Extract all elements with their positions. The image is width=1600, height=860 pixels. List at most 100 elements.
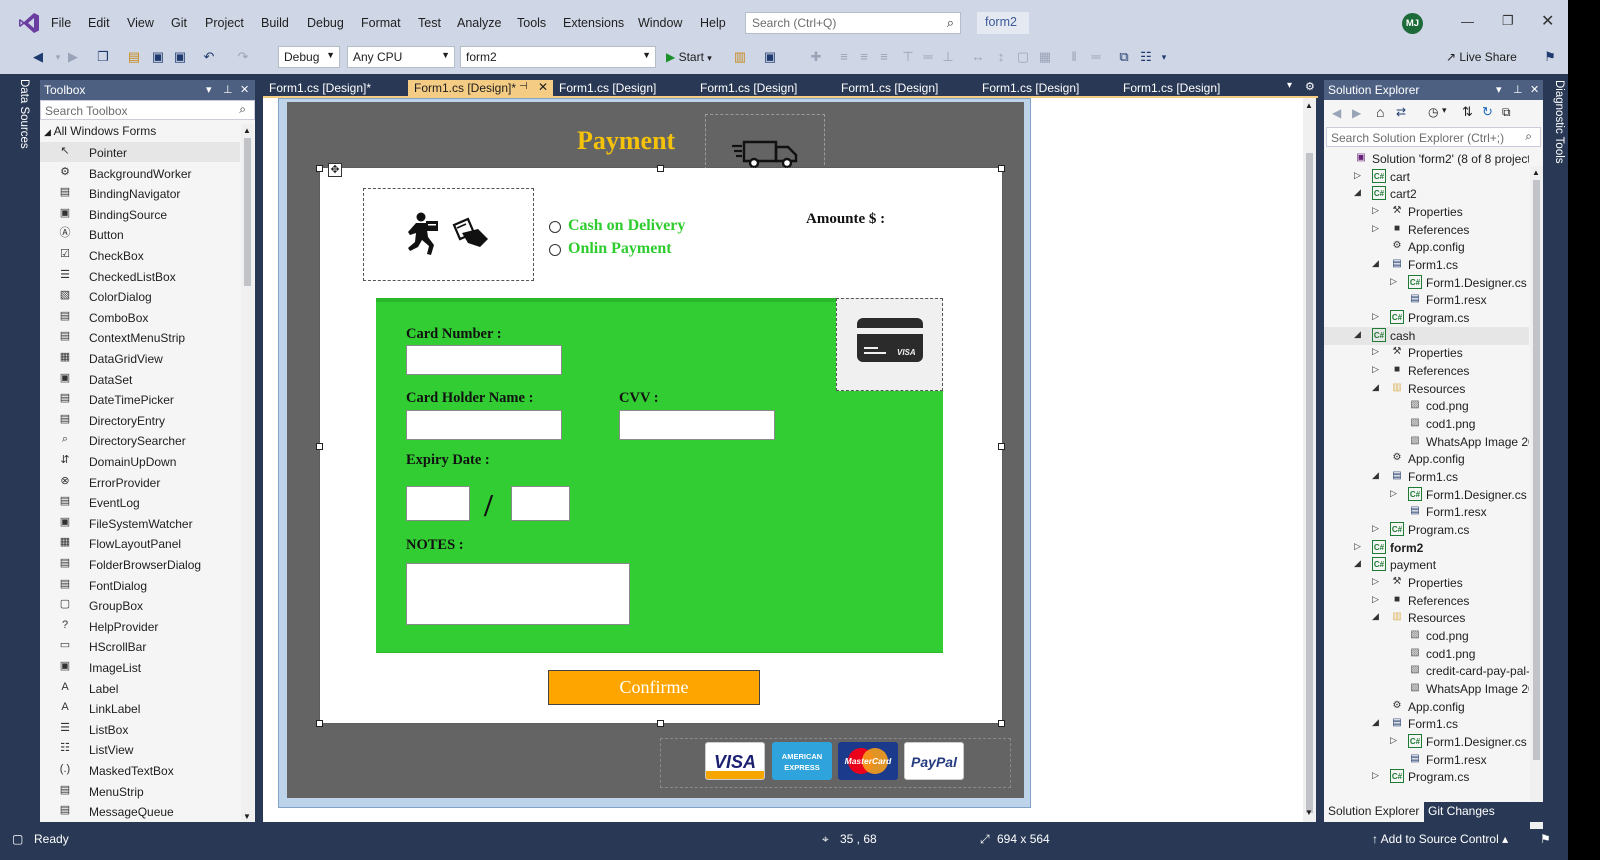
save-all-icon[interactable]: ▣ [172, 49, 188, 65]
tab-list-icon[interactable]: ▾ [1287, 80, 1292, 91]
bring-front-icon[interactable]: ⧉ [1116, 49, 1132, 65]
global-search-input[interactable]: Search (Ctrl+Q) ⌕ [745, 12, 961, 34]
size-to-grid-icon[interactable]: ▦ [1037, 49, 1053, 65]
toolbox-item[interactable]: ▧ ColorDialog [40, 286, 240, 306]
toolbox-item[interactable]: ▣ FileSystemWatcher [40, 513, 240, 533]
toolbox-search-input[interactable]: Search Toolbox ⌕ [40, 100, 255, 120]
toolbox-item[interactable]: ☰ CheckedListBox [40, 266, 240, 286]
new-project-icon[interactable]: ❐ [95, 49, 111, 65]
pin-icon[interactable]: ⊥ [223, 83, 233, 96]
toolbox-item[interactable]: ☷ ListView [40, 739, 240, 759]
toolbox-item[interactable]: ▣ BindingSource [40, 204, 240, 224]
redo-icon[interactable]: ↷ [235, 49, 251, 65]
toolbox-item[interactable]: ▤ ComboBox [40, 307, 240, 327]
tree-item[interactable]: ▷ C# Form1.Designer.cs [1324, 733, 1529, 751]
collapsed-icon[interactable]: ▷ [1372, 205, 1382, 216]
align-middle-icon[interactable]: ═ [920, 49, 936, 65]
output-icon[interactable]: ▢ [12, 832, 23, 846]
tree-item[interactable]: ◢ ▥ Resources [1324, 380, 1529, 398]
expanded-icon[interactable]: ◢ [1372, 717, 1382, 728]
home-icon[interactable]: ⌂ [1376, 104, 1384, 120]
toolbox-item[interactable]: ▤ FolderBrowserDialog [40, 554, 240, 574]
scroll-up-icon[interactable]: ▲ [243, 126, 251, 135]
align-bottom-icon[interactable]: ⊥ [940, 49, 956, 65]
spacing-icon[interactable]: ‖ [1066, 49, 1082, 65]
chevron-down-icon[interactable]: ▾ [206, 83, 212, 96]
tree-item[interactable]: ▷ ⚒ Properties [1324, 344, 1529, 362]
toolbox-group-header[interactable]: ◢ All Windows Forms [44, 124, 156, 138]
scroll-down-icon[interactable]: ▼ [1305, 808, 1313, 817]
tree-item[interactable]: ▷ C# Program.cs [1324, 521, 1529, 539]
switch-views-icon[interactable]: ⇄ [1396, 105, 1406, 119]
menu-analyze[interactable]: Analyze [457, 16, 501, 30]
menu-format[interactable]: Format [361, 16, 401, 30]
scroll-down-icon[interactable]: ▼ [243, 812, 251, 821]
collapsed-icon[interactable]: ▷ [1390, 488, 1400, 499]
pin-icon[interactable]: ⊣ [519, 81, 528, 92]
toolbox-item[interactable]: ▦ DataGridView [40, 348, 240, 368]
tree-item[interactable]: ◢ C# cash [1324, 326, 1529, 345]
menu-window[interactable]: Window [638, 16, 682, 30]
start-button[interactable]: ▶ Start ▾ [666, 50, 712, 64]
tree-item[interactable]: ▣ Solution 'form2' (8 of 8 projects) [1324, 150, 1529, 168]
tree-item[interactable]: ▷ ■ References [1324, 221, 1529, 239]
menu-file[interactable]: File [51, 16, 71, 30]
tree-item[interactable]: ▧ cod1.png [1324, 415, 1529, 433]
expanded-icon[interactable]: ◢ [1354, 558, 1364, 569]
restore-icon[interactable]: ❐ [1502, 13, 1514, 29]
toolbox-scrollbar[interactable]: ▲ ▼ [241, 124, 254, 822]
tab-solution-explorer[interactable]: Solution Explorer [1324, 802, 1424, 822]
solution-search-input[interactable]: Search Solution Explorer (Ctrl+;) ⌕ [1326, 127, 1541, 147]
toolbox-item[interactable]: ▤ DateTimePicker [40, 389, 240, 409]
toolbox-item[interactable]: ▭ HScrollBar [40, 636, 240, 656]
tab-diagnostic-tools[interactable]: Diagnostic Tools [1553, 80, 1565, 164]
tree-item[interactable]: ▧ cod1.png [1324, 645, 1529, 663]
startup-project-dropdown[interactable]: form2 ▼ [460, 46, 656, 68]
menu-test[interactable]: Test [418, 16, 441, 30]
toolbox-item[interactable]: ▤ DirectoryEntry [40, 410, 240, 430]
chevron-down-icon[interactable]: ▾ [1442, 105, 1447, 116]
tree-item[interactable]: ◢ ▤ Form1.cs [1324, 256, 1529, 274]
confirm-button[interactable]: Confirme [548, 670, 760, 705]
tab-form1-design-4[interactable]: Form1.cs [Design] [694, 80, 835, 97]
cash-on-delivery-radio[interactable] [549, 221, 561, 233]
tree-item[interactable]: ▷ ⚒ Properties [1324, 203, 1529, 221]
collapse-all-icon[interactable]: ⧉ [1502, 105, 1511, 120]
toolbar-overflow-icon[interactable]: ▾ [1156, 49, 1172, 65]
tree-item[interactable]: ▧ credit-card-pay-pal-ic [1324, 662, 1529, 680]
forward-icon[interactable]: ▶ [65, 49, 81, 65]
tab-form1-design-7[interactable]: Form1.cs [Design] [1117, 80, 1258, 97]
scroll-up-icon[interactable]: ▲ [1305, 101, 1313, 110]
cash-on-delivery-label[interactable]: Cash on Delivery [568, 217, 685, 235]
toolbox-item[interactable]: ▤ MessageQueue [40, 801, 240, 821]
forward-icon[interactable]: ▶ [1352, 106, 1361, 120]
tab-form1-design-6[interactable]: Form1.cs [Design] [976, 80, 1117, 97]
tree-item[interactable]: ▧ cod.png [1324, 397, 1529, 415]
resize-handle[interactable] [316, 443, 323, 450]
designer-scroll-thumb[interactable] [1306, 153, 1313, 813]
delivery-picturebox[interactable] [363, 188, 534, 281]
tree-item[interactable]: ◢ ▤ Form1.cs [1324, 468, 1529, 486]
expanded-icon[interactable]: ◢ [1372, 382, 1382, 393]
screenshot-icon[interactable]: ▣ [762, 49, 778, 65]
tab-form1-design-5[interactable]: Form1.cs [Design] [835, 80, 976, 97]
expanded-icon[interactable]: ◢ [1354, 329, 1364, 340]
online-payment-radio[interactable] [549, 244, 561, 256]
chevron-down-icon[interactable]: ▾ [1496, 83, 1502, 96]
tree-item[interactable]: ▷ C# Program.cs [1324, 309, 1529, 327]
credit-card-picturebox[interactable]: VISA [836, 298, 943, 391]
close-icon[interactable]: ✕ [538, 80, 548, 94]
expiry-month-input[interactable] [406, 486, 470, 521]
align-top-icon[interactable]: ⊤ [900, 49, 916, 65]
folder-icon[interactable]: ▥ [732, 49, 748, 65]
toolbox-item[interactable]: ⌕ DirectorySearcher [40, 430, 240, 450]
menu-help[interactable]: Help [700, 16, 726, 30]
solution-explorer-scrollbar[interactable]: ▲ ▼ [1530, 166, 1543, 860]
tab-form1-design-3[interactable]: Form1.cs [Design] [553, 80, 694, 97]
expanded-icon[interactable]: ◢ [1354, 187, 1364, 198]
tree-item[interactable]: ▷ C# Form1.Designer.cs [1324, 274, 1529, 292]
back-dropdown-icon[interactable]: ▾ [50, 49, 66, 65]
collapsed-icon[interactable]: ▷ [1372, 364, 1382, 375]
toolbox-item[interactable]: ⊗ ErrorProvider [40, 472, 240, 492]
tree-item[interactable]: ▧ cod.png [1324, 627, 1529, 645]
